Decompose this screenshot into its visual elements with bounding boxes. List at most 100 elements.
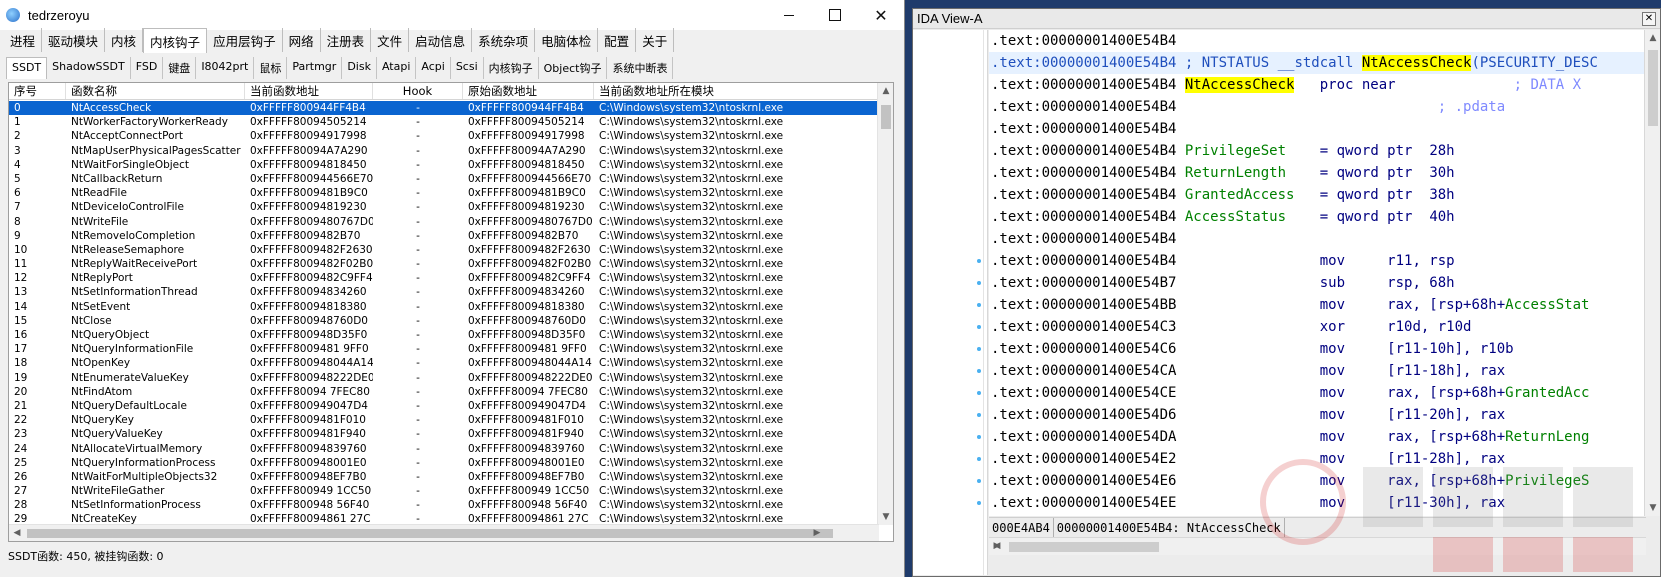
table-row[interactable]: 4 NtWaitForSingleObject 0xFFFFF80094818450… — [9, 158, 879, 172]
table-row[interactable]: 2 NtAcceptConnectPort 0xFFFFF80094917998 - 0… — [9, 129, 879, 143]
disasm-line[interactable]: .text:00000001400E54B4 ReturnLength = qw… — [989, 162, 1646, 184]
disasm-line[interactable]: .text:00000001400E54E2 mov [r11-28h], ra… — [989, 448, 1646, 470]
disasm-line[interactable]: .text:00000001400E54E6 mov rax, [rsp+68h… — [989, 470, 1646, 492]
breakpoint-dot-icon[interactable] — [977, 303, 981, 307]
table-row[interactable]: 22 NtQueryKey 0xFFFFF8009481F010 - 0xFFFFF80… — [9, 413, 879, 427]
sub-tab[interactable]: Acpi — [416, 57, 451, 79]
table-row[interactable]: 3 NtMapUserPhysicalPagesScatter 0xFFFFF800… — [9, 144, 879, 158]
breakpoint-dot-icon[interactable] — [977, 413, 981, 417]
table-row[interactable]: 15 NtClose 0xFFFFF800948760D0 - 0xFFFFF80094… — [9, 314, 879, 328]
breakpoint-dot-icon[interactable] — [977, 259, 981, 263]
disasm-line[interactable]: .text:00000001400E54B4 — [989, 30, 1646, 52]
column-header[interactable]: 当前函数地址所在模块 — [594, 83, 879, 99]
scroll-up-icon[interactable]: ▲ — [878, 83, 893, 99]
sub-tab[interactable]: 系统中断表 — [607, 57, 674, 79]
disasm-line[interactable]: .text:00000001400E54B4 NtAccessCheck pro… — [989, 74, 1646, 96]
sub-tab[interactable]: Partmgr — [287, 57, 343, 79]
table-row[interactable]: 18 NtOpenKey 0xFFFFF800948044A14 - 0xFFFFF80… — [9, 356, 879, 370]
table-row[interactable]: 17 NtQueryInformationFile 0xFFFFF8009481 9… — [9, 342, 879, 356]
sub-tab[interactable]: I8042prt — [196, 57, 255, 79]
table-row[interactable]: 14 NtSetEvent 0xFFFFF80094818380 - 0xFFFFF80… — [9, 300, 879, 314]
breakpoint-dot-icon[interactable] — [977, 325, 981, 329]
sub-tab[interactable]: 键盘 — [163, 57, 197, 79]
ida-scroll-down-icon[interactable]: ▼ — [1645, 500, 1661, 516]
breakpoint-dot-icon[interactable] — [977, 457, 981, 461]
table-row[interactable]: 8 NtWriteFile 0xFFFFF8009480767D0 - 0xFFFFF8… — [9, 215, 879, 229]
column-header[interactable]: 函数名称 — [66, 83, 245, 99]
breakpoint-dot-icon[interactable] — [977, 347, 981, 351]
table-row[interactable]: 1 NtWorkerFactoryWorkerReady 0xFFFFF800945… — [9, 115, 879, 129]
breakpoint-dot-icon[interactable] — [977, 501, 981, 505]
sub-tab[interactable]: 内核钩子 — [484, 57, 539, 79]
sub-tab[interactable]: SSDT — [6, 57, 48, 79]
disasm-line[interactable]: .text:00000001400E54C3 xor r10d, r10d — [989, 316, 1646, 338]
scroll-right-icon[interactable]: ▶ — [809, 525, 825, 541]
disasm-line[interactable]: .text:00000001400E54CA mov [r11-18h], ra… — [989, 360, 1646, 382]
ida-vertical-scroll-thumb[interactable] — [1648, 50, 1658, 126]
breakpoint-dot-icon[interactable] — [977, 369, 981, 373]
main-tab[interactable]: 启动信息 — [409, 28, 473, 52]
sub-tab[interactable]: Object钩子 — [539, 57, 608, 79]
main-tab[interactable]: 内核 — [105, 28, 144, 52]
table-row[interactable]: 25 NtQueryInformationProcess 0xFFFFF800948… — [9, 456, 879, 470]
disasm-line[interactable]: .text:00000001400E54B4 ; .pdata — [989, 96, 1646, 118]
vertical-scrollbar[interactable]: ▲ ▼ — [877, 83, 893, 525]
disasm-line[interactable]: .text:00000001400E54B4 — [989, 228, 1646, 250]
disasm-line[interactable]: .text:00000001400E54BB mov rax, [rsp+68h… — [989, 294, 1646, 316]
ida-title-bar[interactable]: IDA View-A ✕ — [913, 9, 1660, 29]
table-row[interactable]: 9 NtRemoveIoCompletion 0xFFFFF8009482B70 - 0… — [9, 229, 879, 243]
column-header[interactable]: 原始函数地址 — [463, 83, 594, 99]
ida-vertical-scrollbar[interactable]: ▲ ▼ — [1644, 30, 1660, 516]
breakpoint-dot-icon[interactable] — [977, 391, 981, 395]
main-tab[interactable]: 注册表 — [321, 28, 372, 52]
title-bar[interactable]: tedrzeroyu ✕ — [0, 0, 904, 30]
scroll-left-icon[interactable]: ◀ — [9, 525, 25, 541]
close-button[interactable]: ✕ — [858, 0, 904, 30]
ida-scroll-up-icon[interactable]: ▲ — [1645, 30, 1661, 46]
disasm-line[interactable]: .text:00000001400E54B4 ; NTSTATUS __stdc… — [989, 52, 1646, 74]
disasm-line[interactable]: .text:00000001400E54C6 mov [r11-10h], r1… — [989, 338, 1646, 360]
ida-horizontal-scroll-thumb[interactable] — [1009, 542, 1159, 552]
disasm-line[interactable]: .text:00000001400E54B4 PrivilegeSet = qw… — [989, 140, 1646, 162]
table-row[interactable]: 20 NtFindAtom 0xFFFFF80094 7FEC80 - 0xFFFFF8… — [9, 385, 879, 399]
main-tab[interactable]: 网络 — [283, 28, 321, 52]
horizontal-scrollbar[interactable]: ◀ ▶ — [9, 524, 879, 541]
disasm-line[interactable]: .text:00000001400E54B4 GrantedAccess = q… — [989, 184, 1646, 206]
table-row[interactable]: 19 NtEnumerateValueKey 0xFFFFF800948222DE0… — [9, 371, 879, 385]
horizontal-scroll-thumb[interactable] — [27, 529, 833, 538]
sub-tab[interactable]: Atapi — [377, 57, 417, 79]
disasm-line[interactable]: .text:00000001400E54B4 — [989, 118, 1646, 140]
sub-tab[interactable]: FSD — [131, 57, 164, 79]
table-row[interactable]: 7 NtDeviceIoControlFile 0xFFFFF80094819230… — [9, 200, 879, 214]
table-row[interactable]: 5 NtCallbackReturn 0xFFFFF800944566E70 - 0xF… — [9, 172, 879, 186]
breakpoint-dot-icon[interactable] — [977, 479, 981, 483]
main-tab[interactable]: 系统杂项 — [472, 28, 536, 52]
disasm-line[interactable]: .text:00000001400E54B4 AccessStatus = qw… — [989, 206, 1646, 228]
column-header[interactable]: 序号 — [9, 83, 66, 99]
sub-tab[interactable]: Disk — [342, 57, 377, 79]
column-header[interactable]: 当前函数地址 — [245, 83, 373, 99]
sub-tab[interactable]: 鼠标 — [254, 57, 288, 79]
table-row[interactable]: 0 NtAccessCheck 0xFFFFF800944FF4B4 - 0xFFFFF… — [9, 101, 879, 116]
main-tab[interactable]: 进程 — [4, 28, 43, 52]
ida-horizontal-scrollbar[interactable]: ◀ ▶ — [989, 537, 1646, 555]
table-row[interactable]: 27 NtWriteFileGather 0xFFFFF800949 1CC50 - 0… — [9, 484, 879, 498]
main-tab[interactable]: 驱动模块 — [42, 28, 106, 52]
main-tab[interactable]: 文件 — [371, 28, 410, 52]
table-row[interactable]: 12 NtReplyPort 0xFFFFF8009482C9FF4 - 0xFFFFF… — [9, 271, 879, 285]
sub-tab[interactable]: Scsi — [451, 57, 484, 79]
main-tab[interactable]: 配置 — [598, 28, 637, 52]
disasm-line[interactable]: .text:00000001400E54EE mov [r11-30h], ra… — [989, 492, 1646, 514]
table-row[interactable]: 21 NtQueryDefaultLocale 0xFFFFF800949047D4… — [9, 399, 879, 413]
sub-tab[interactable]: ShadowSSDT — [47, 57, 131, 79]
table-row[interactable]: 23 NtQueryValueKey 0xFFFFF8009481F940 - 0xFF… — [9, 427, 879, 441]
table-row[interactable]: 13 NtSetInformationThread 0xFFFFF800948342… — [9, 285, 879, 299]
table-row[interactable]: 28 NtSetInformationProcess 0xFFFFF800948 5… — [9, 498, 879, 512]
main-tab[interactable]: 电脑体检 — [535, 28, 599, 52]
table-row[interactable]: 24 NtAllocateVirtualMemory 0xFFFFF80094839… — [9, 442, 879, 456]
vertical-scroll-thumb[interactable] — [881, 105, 891, 129]
ida-close-button[interactable]: ✕ — [1642, 12, 1656, 26]
column-header[interactable]: Hook — [373, 83, 463, 99]
ida-disassembly[interactable]: .text:00000001400E54B4 .text:00000001400E… — [989, 30, 1646, 516]
disasm-line[interactable]: .text:00000001400E54DA mov rax, [rsp+68h… — [989, 426, 1646, 448]
